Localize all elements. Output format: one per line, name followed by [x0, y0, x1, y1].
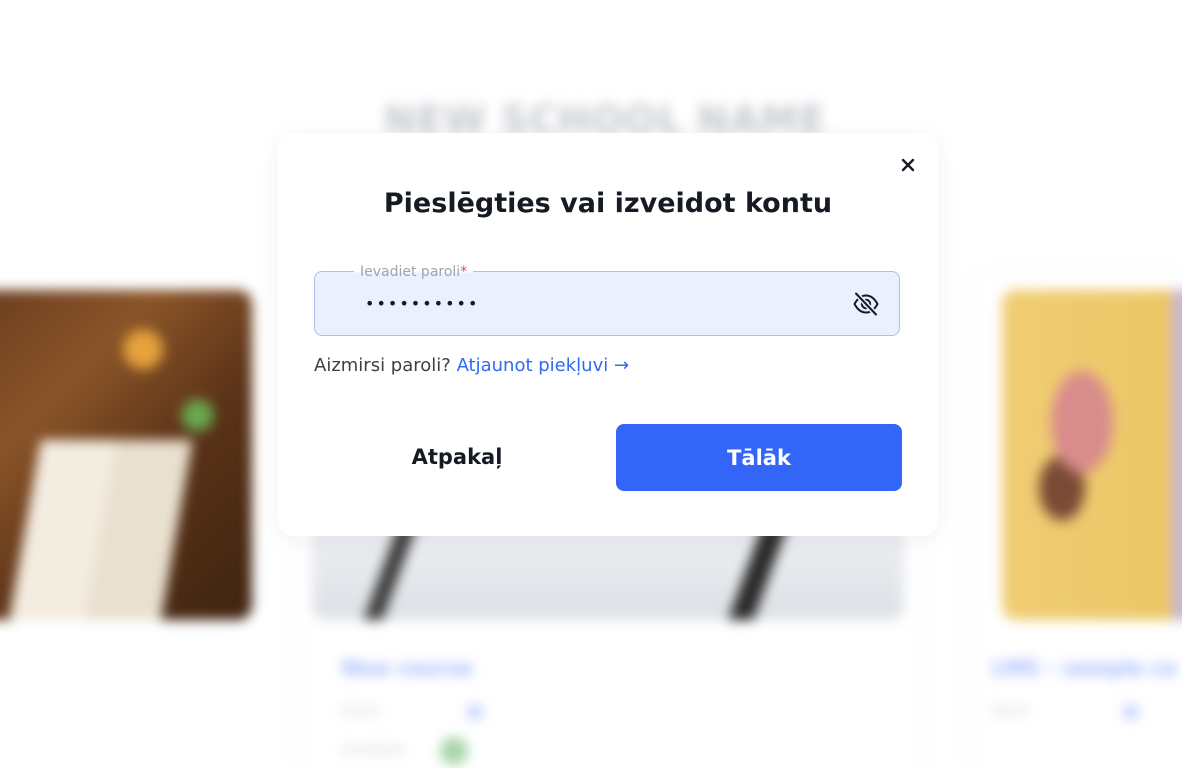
password-input[interactable] [365, 272, 835, 335]
forgot-password-row: Aizmirsi paroli? Atjaunot piekļuvi → [314, 355, 629, 376]
course-card-image-left [0, 290, 252, 620]
modal-title: Pieslēgties vai izveidot kontu [383, 188, 833, 219]
course-card-meta: Kurss [342, 703, 380, 719]
info-icon [468, 705, 482, 719]
course-card-author-label: Izveidots [342, 742, 405, 758]
info-icon [1124, 705, 1138, 719]
forgot-password-text: Aizmirsi paroli? [314, 355, 451, 376]
back-button[interactable]: Atpakaļ [314, 424, 600, 490]
toggle-password-visibility-button[interactable] [851, 290, 881, 318]
course-card-title: New course [342, 656, 473, 680]
course-card-meta-right: Kurss [992, 703, 1030, 719]
course-card-title-right: LMS – sample co [992, 656, 1177, 680]
restore-access-link[interactable]: Atjaunot piekļuvi → [457, 355, 630, 376]
course-card-image-right [1002, 290, 1182, 620]
next-button[interactable]: Tālāk [616, 424, 902, 491]
password-field[interactable]: Ievadiet paroli* [314, 263, 900, 336]
login-modal: Pieslēgties vai izveidot kontu Ievadiet … [278, 133, 938, 536]
avatar [440, 737, 468, 765]
eye-off-icon [853, 291, 879, 317]
close-button[interactable] [896, 153, 920, 177]
close-icon [901, 158, 915, 172]
screen: NEW SCHOOL NAME New course Kurss Izveido… [0, 0, 1182, 768]
